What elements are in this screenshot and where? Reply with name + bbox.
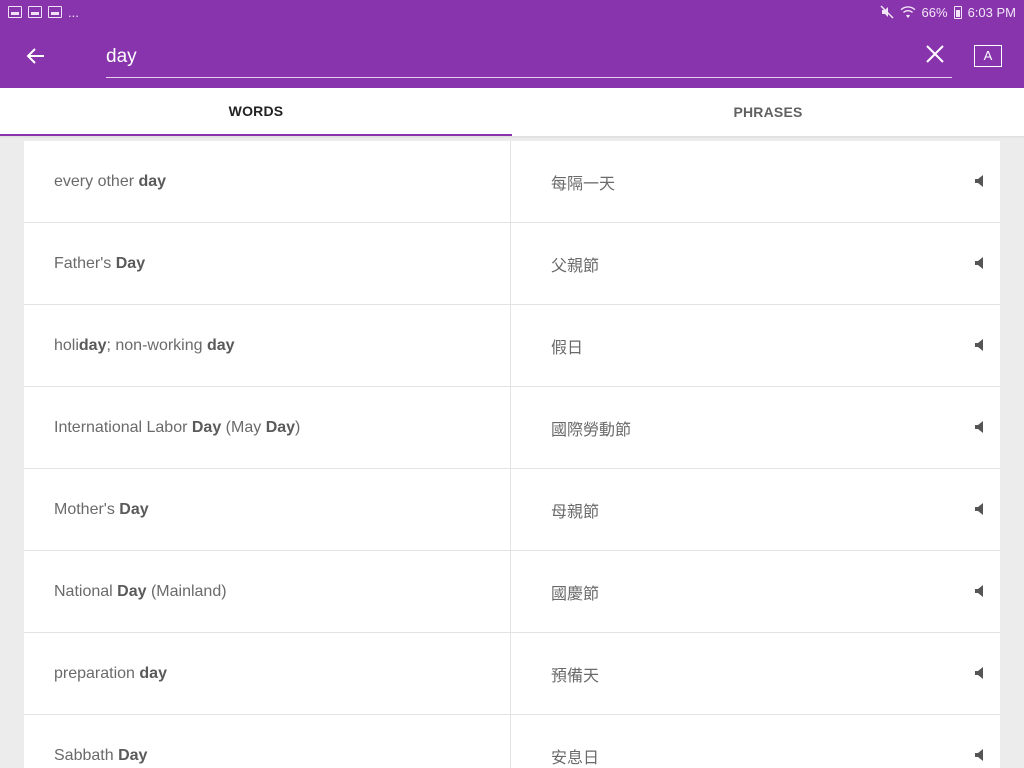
term-text: holi	[54, 336, 79, 354]
speaker-icon[interactable]	[974, 584, 988, 598]
result-translation: 母親節	[551, 503, 600, 521]
term-match: day	[138, 172, 167, 190]
result-term: International Labor Day (May Day)	[24, 387, 511, 468]
term-text: )	[295, 418, 301, 436]
result-row[interactable]: Mother's Day 母親節	[24, 469, 1000, 551]
result-row[interactable]: Sabbath Day 安息日	[24, 715, 1000, 768]
mute-icon	[880, 5, 894, 19]
term-text: Mother's	[54, 500, 120, 518]
result-term: Father's Day	[24, 223, 511, 304]
term-text: International Labor	[54, 418, 192, 436]
term-match: day	[139, 664, 167, 682]
term-match: Day	[118, 746, 148, 764]
result-translation: 預備天	[551, 667, 600, 685]
back-button[interactable]	[20, 42, 52, 70]
clock: 6:03 PM	[967, 4, 1016, 20]
image-icon	[8, 6, 22, 18]
speaker-icon[interactable]	[974, 502, 988, 516]
result-row[interactable]: Father's Day 父親節	[24, 223, 1000, 305]
term-match: Day	[191, 418, 222, 436]
status-bar: ... 66% 6:03 PM	[0, 0, 1024, 24]
term-text: (Mainland)	[146, 582, 227, 600]
search-input[interactable]	[106, 34, 906, 76]
close-icon	[926, 45, 944, 63]
term-text: Father's	[54, 254, 116, 272]
result-row[interactable]: preparation day 預備天	[24, 633, 1000, 715]
term-text: ; non-working	[106, 336, 207, 354]
results-list[interactable]: every other day 每隔一天 Father's Day 父親節 holi da…	[24, 141, 1000, 768]
back-arrow-icon	[26, 48, 44, 64]
speaker-icon[interactable]	[974, 666, 988, 680]
clear-search-button[interactable]	[924, 43, 948, 67]
speaker-icon[interactable]	[974, 174, 988, 188]
speaker-icon[interactable]	[974, 256, 988, 270]
result-term: holi day; non-working day	[24, 305, 511, 386]
result-translation: 國慶節	[551, 585, 600, 603]
wifi-icon	[900, 5, 916, 18]
term-text: Sabbath	[54, 746, 119, 764]
term-match: Day	[265, 418, 296, 436]
term-text: National	[54, 582, 118, 600]
result-translation: 安息日	[551, 749, 600, 767]
result-term: Sabbath Day	[24, 715, 511, 768]
term-text: (May	[221, 418, 266, 436]
search-field[interactable]	[106, 34, 952, 78]
result-row[interactable]: holi day; non-working day 假日	[24, 305, 1000, 387]
gallery-icon	[48, 6, 62, 18]
battery-percent: 66%	[921, 4, 948, 20]
result-term: every other day	[24, 141, 511, 222]
result-translation: 父親節	[551, 257, 600, 275]
result-row[interactable]: National Day (Mainland) 國慶節	[24, 551, 1000, 633]
notification-overflow: ...	[68, 4, 79, 20]
status-right: 66% 6:03 PM	[880, 5, 1016, 20]
speaker-icon[interactable]	[974, 420, 988, 434]
result-translation: 國際勞動節	[551, 421, 632, 439]
tab-phrases[interactable]: PHRASES	[512, 88, 1024, 136]
input-method-button[interactable]: A	[974, 45, 1002, 67]
calendar-icon	[28, 6, 42, 18]
term-text: preparation	[54, 664, 140, 682]
term-match: day	[78, 336, 107, 354]
term-match: Day	[117, 582, 147, 600]
tab-bar: WORDS PHRASES	[0, 88, 1024, 136]
tab-words[interactable]: WORDS	[0, 88, 512, 136]
app-bar: A	[0, 24, 1024, 88]
result-translation: 假日	[551, 339, 584, 357]
term-text: every other	[54, 172, 139, 190]
speaker-icon[interactable]	[974, 338, 988, 352]
result-term: preparation day	[24, 633, 511, 714]
result-term: Mother's Day	[24, 469, 511, 550]
result-row[interactable]: International Labor Day (May Day) 國際勞動節	[24, 387, 1000, 469]
result-translation: 每隔一天	[551, 175, 616, 193]
battery-icon	[953, 5, 962, 19]
term-match: Day	[119, 500, 149, 518]
result-term: National Day (Mainland)	[24, 551, 511, 632]
status-left: ...	[8, 5, 79, 20]
term-match: Day	[115, 254, 146, 272]
term-match: day	[206, 336, 235, 354]
speaker-icon[interactable]	[974, 748, 988, 762]
result-row[interactable]: every other day 每隔一天	[24, 141, 1000, 223]
